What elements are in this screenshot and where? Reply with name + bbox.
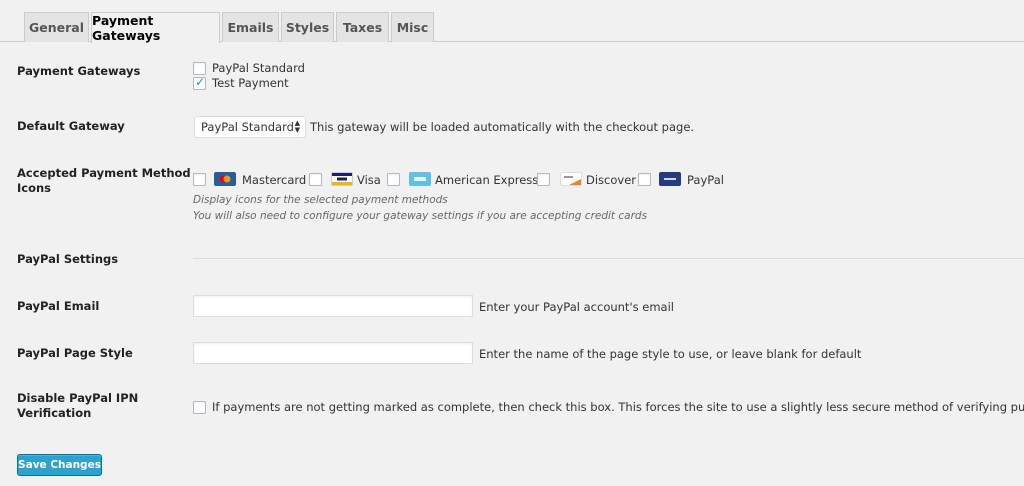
mastercard-label: Mastercard <box>242 173 307 187</box>
default-gateway-description: This gateway will be loaded automaticall… <box>310 120 695 134</box>
default-gateway-selected-value: PayPal Standard <box>201 120 294 134</box>
tab-styles[interactable]: Styles <box>281 12 334 42</box>
mastercard-checkbox[interactable] <box>193 173 206 186</box>
paypal-card-label: PayPal <box>687 173 724 187</box>
payment-gateways-label: Payment Gateways <box>17 64 141 78</box>
amex-checkbox[interactable] <box>387 173 400 186</box>
accepted-icons-description: Display icons for the selected payment m… <box>193 194 448 206</box>
save-changes-button[interactable]: Save Changes <box>17 454 102 476</box>
disable-ipn-checkbox[interactable] <box>193 401 206 414</box>
amex-icon <box>409 172 431 186</box>
paypal-page-style-input[interactable] <box>193 342 473 364</box>
mastercard-icon <box>214 172 236 186</box>
paypal-standard-option-label: PayPal Standard <box>212 61 305 75</box>
discover-label: Discover <box>586 173 637 187</box>
tab-emails[interactable]: Emails <box>222 12 279 42</box>
tab-payment-gateways[interactable]: Payment Gateways <box>91 12 220 43</box>
section-divider <box>193 258 1024 259</box>
discover-checkbox[interactable] <box>537 173 550 186</box>
visa-icon <box>331 172 353 186</box>
visa-label: Visa <box>357 173 381 187</box>
paypal-card-checkbox[interactable] <box>638 173 651 186</box>
paypal-page-style-label: PayPal Page Style <box>17 346 133 360</box>
visa-checkbox[interactable] <box>309 173 322 186</box>
tab-taxes[interactable]: Taxes <box>336 12 389 42</box>
paypal-email-description: Enter your PayPal account's email <box>479 300 674 314</box>
accepted-icons-label: Accepted Payment Method Icons <box>17 166 191 196</box>
disable-ipn-label: Disable PayPal IPN Verification <box>17 391 138 421</box>
test-payment-option-label: Test Payment <box>212 76 289 90</box>
paypal-page-style-description: Enter the name of the page style to use,… <box>479 347 862 361</box>
paypal-standard-checkbox[interactable] <box>193 62 206 75</box>
default-gateway-label: Default Gateway <box>17 119 125 133</box>
paypal-email-label: PayPal Email <box>17 299 100 313</box>
settings-tabs: General Payment Gateways Emails Styles T… <box>0 0 1024 43</box>
disable-ipn-label-line1: Disable PayPal IPN <box>17 391 139 405</box>
tab-misc[interactable]: Misc <box>391 12 434 42</box>
paypal-settings-heading: PayPal Settings <box>17 252 119 266</box>
select-arrows-icon: ▲ ▼ <box>294 119 300 134</box>
paypal-icon <box>659 172 681 186</box>
accepted-icons-note: You will also need to configure your gat… <box>193 210 648 222</box>
tab-general[interactable]: General <box>24 12 89 42</box>
default-gateway-select[interactable]: PayPal Standard ▲ ▼ <box>194 116 306 138</box>
disable-ipn-description: If payments are not getting marked as co… <box>212 400 1024 414</box>
accepted-icons-label-line1: Accepted Payment Method <box>17 166 191 180</box>
paypal-email-input[interactable] <box>193 295 473 317</box>
disable-ipn-label-line2: Verification <box>17 406 92 420</box>
test-payment-checkbox[interactable] <box>193 75 206 90</box>
accepted-icons-label-line2: Icons <box>17 181 52 195</box>
amex-label: American Express <box>435 173 539 187</box>
discover-icon <box>560 172 582 186</box>
